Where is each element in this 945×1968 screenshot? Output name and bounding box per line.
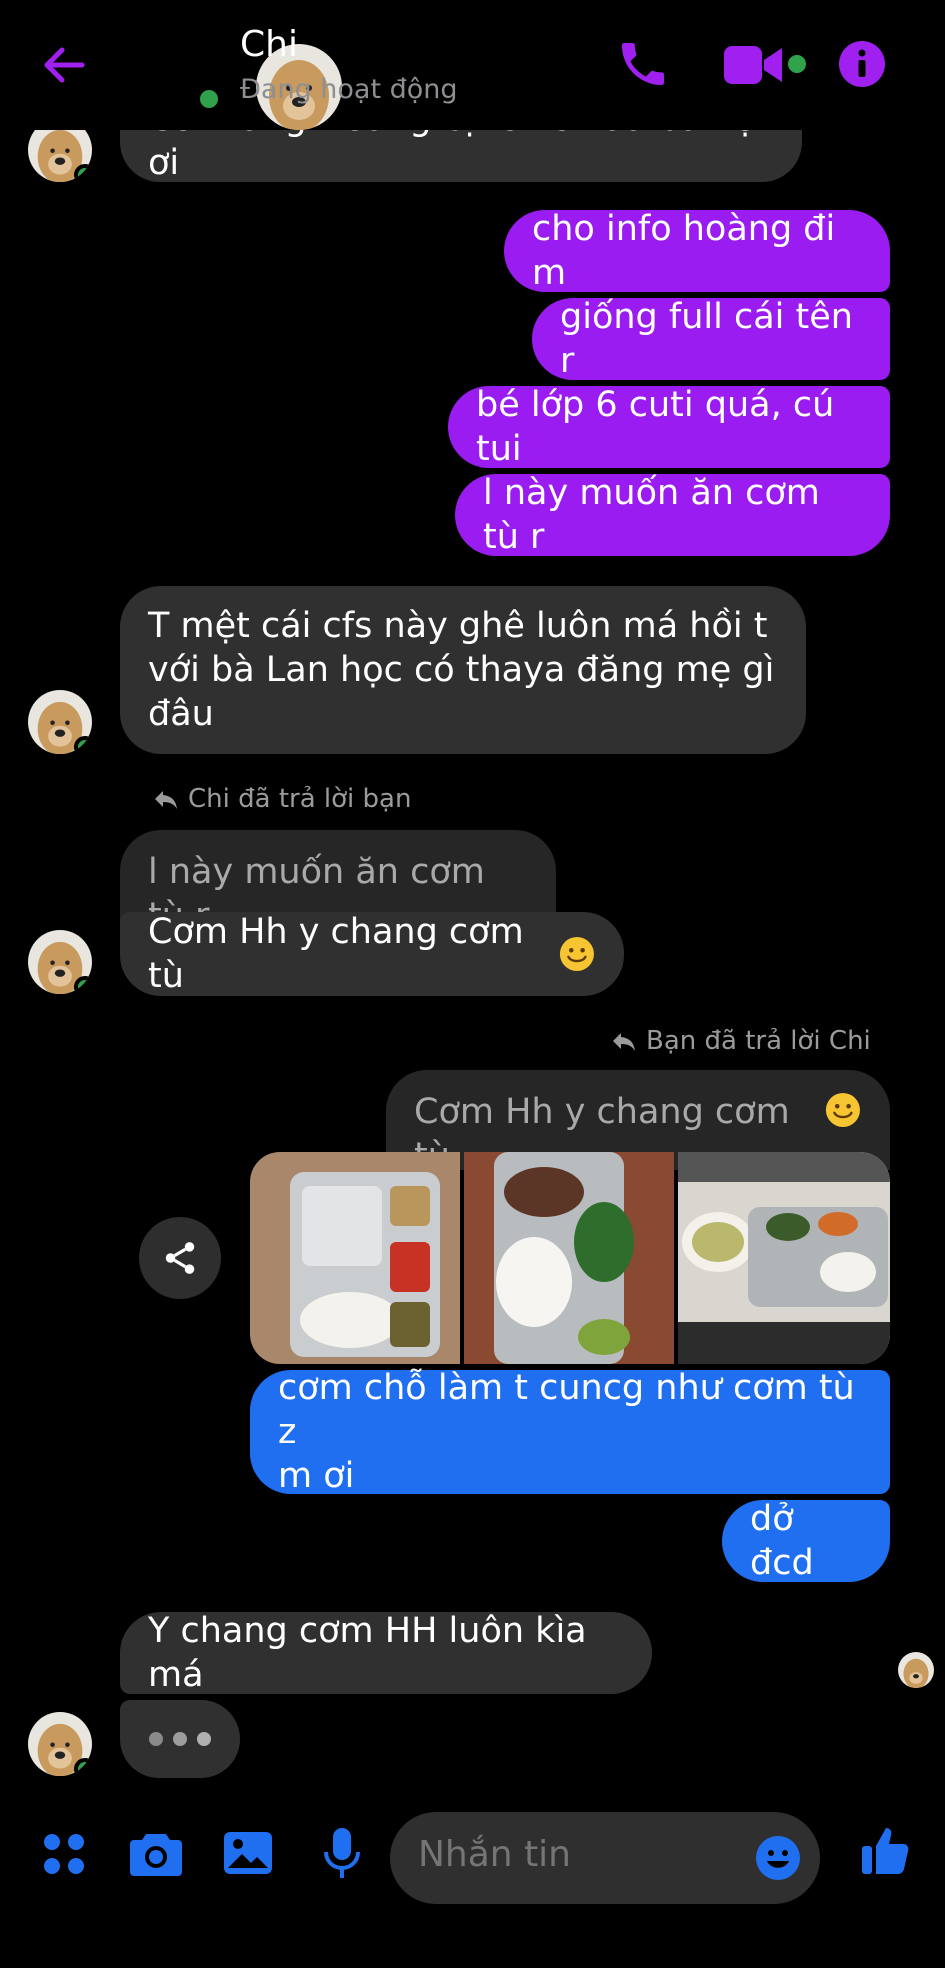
message-bubble-outgoing[interactable]: cho info hoàng đi m <box>504 209 890 293</box>
message-bubble-incoming[interactable]: Cơm Hh y chang cơm tù <box>120 912 624 996</box>
contact-name[interactable]: Chi <box>240 24 298 65</box>
phone-call-icon[interactable] <box>615 36 671 92</box>
reply-indicator: Bạn đã trả lời Chi <box>610 1026 871 1056</box>
message-text-line: đâu <box>148 694 214 734</box>
message-text: bé lớp 6 cuti quá, cú tui <box>476 385 835 469</box>
message-text: l này muốn ăn cơm tù r <box>483 473 820 557</box>
message-bubble-incoming[interactable]: T mệt cái cfs này ghê luôn má hồi t với … <box>120 586 806 754</box>
reply-indicator: Chi đã trả lời bạn <box>152 784 411 814</box>
typing-indicator <box>120 1700 240 1778</box>
chi-avatar[interactable] <box>28 690 92 754</box>
dog-avatar-image <box>898 1652 934 1688</box>
microphone-icon[interactable] <box>322 1826 362 1880</box>
message-input-field[interactable] <box>390 1812 820 1904</box>
chi-avatar[interactable] <box>28 1712 92 1776</box>
quoted-message[interactable]: l này muốn ăn cơm tù r <box>120 830 556 936</box>
conversation-header: Chi Đang hoạt động <box>0 0 945 130</box>
smile-emoji-icon <box>560 936 595 972</box>
back-arrow-icon[interactable] <box>38 40 88 90</box>
reply-arrow-icon <box>155 791 177 809</box>
message-text: dở đcd <box>750 1499 814 1583</box>
message-bubble-outgoing[interactable]: cơm chỗ làm t cuncg như cơm tù z m ơi <box>250 1368 890 1496</box>
message-bubble-outgoing[interactable]: bé lớp 6 cuti quá, cú tui <box>448 385 890 469</box>
seen-receipt-avatar <box>898 1652 934 1688</box>
food-photo-2[interactable] <box>464 1152 674 1364</box>
message-text: cho info hoàng đi m <box>532 209 836 293</box>
message-composer <box>0 1800 945 1968</box>
message-text-line: m ơi <box>278 1456 355 1496</box>
reply-note-text: Bạn đã trả lời Chi <box>646 1026 871 1056</box>
message-text: Cơm Hh y chang cơm tù <box>148 912 524 996</box>
message-bubble-outgoing[interactable]: l này muốn ăn cơm tù r <box>455 473 890 557</box>
online-indicator <box>74 164 92 182</box>
typing-dot <box>173 1732 187 1746</box>
thumbs-up-icon[interactable] <box>860 1824 912 1878</box>
camera-icon[interactable] <box>128 1828 184 1878</box>
message-text: Y chang cơm HH luôn kìa má <box>148 1611 587 1695</box>
emoji-picker-icon[interactable] <box>754 1834 802 1882</box>
share-icon <box>165 1242 195 1274</box>
typing-dot <box>149 1732 163 1746</box>
contact-avatar[interactable] <box>128 22 342 130</box>
info-icon[interactable] <box>838 40 886 88</box>
message-bubble-incoming[interactable]: Y chang cơm HH luôn kìa má <box>120 1611 652 1695</box>
gallery-image-icon[interactable] <box>222 1828 274 1878</box>
message-text-line: cơm chỗ làm t cuncg như cơm tù z <box>278 1368 855 1452</box>
share-button[interactable] <box>139 1217 221 1299</box>
food-photo-3[interactable] <box>678 1152 890 1364</box>
message-input[interactable] <box>418 1834 738 1875</box>
typing-dot <box>197 1732 211 1746</box>
apps-menu-icon[interactable] <box>40 1830 88 1878</box>
smile-emoji-icon <box>826 1092 861 1128</box>
online-indicator <box>196 86 222 112</box>
meal-tray-image <box>464 1152 674 1364</box>
message-bubble-outgoing[interactable]: dở đcd <box>722 1499 890 1583</box>
meal-tray-image <box>250 1152 460 1364</box>
online-indicator <box>74 1758 92 1776</box>
video-online-dot <box>788 55 806 73</box>
reply-note-text: Chi đã trả lời bạn <box>188 784 412 814</box>
active-status: Đang hoạt động <box>240 74 458 105</box>
message-text: giống full cái tên r <box>560 297 853 381</box>
message-text-line: T mệt cái cfs này ghê luôn má hồi t <box>148 606 768 646</box>
chi-avatar[interactable] <box>28 930 92 994</box>
reply-arrow-icon <box>613 1033 635 1051</box>
online-indicator <box>74 976 92 994</box>
food-photo-1[interactable] <box>250 1152 460 1364</box>
message-bubble-outgoing[interactable]: giống full cái tên r <box>532 297 890 381</box>
video-call-icon[interactable] <box>722 40 788 90</box>
message-text-line: với bà Lan học có thaya đăng mẹ gì <box>148 650 775 690</box>
online-indicator <box>74 736 92 754</box>
meal-tray-image <box>678 1152 890 1364</box>
